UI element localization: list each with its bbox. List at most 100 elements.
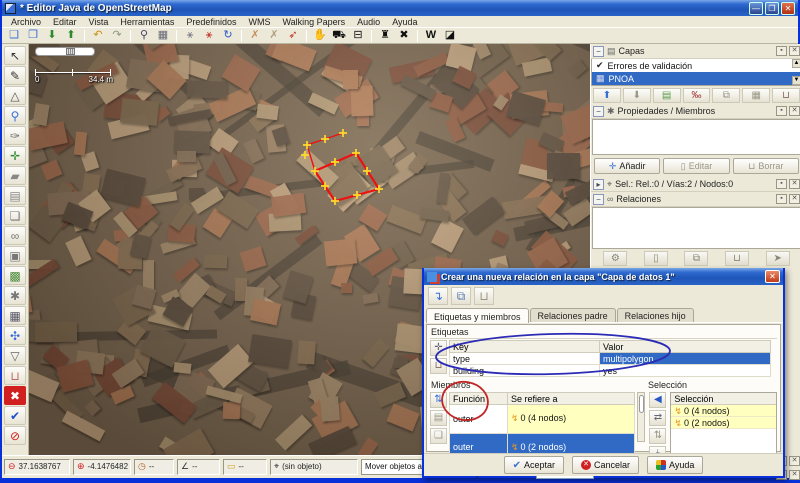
tag-row[interactable]: typemultipolygon [450,353,771,365]
menu-item-audio[interactable]: Audio [352,17,385,27]
way-node-marker[interactable] [301,151,309,159]
layer-down-icon[interactable]: ⬇ [623,88,651,103]
download-icon[interactable]: ⬇ [43,28,61,43]
layer-row-errores-de-validación[interactable]: ✔Errores de validación [592,59,800,72]
no-entry-icon[interactable]: ⊘ [4,426,26,445]
trash-icon[interactable]: ⊔ [4,366,26,385]
close-panel-icon[interactable]: ✕ [789,179,800,189]
tag-value-cell[interactable]: yes [600,365,771,377]
member-row[interactable]: outer↯0 (4 nodos) [450,405,635,434]
tab-etiquetas-y-miembros[interactable]: Etiquetas y miembros [426,308,529,323]
menu-item-vista[interactable]: Vista [84,17,114,27]
error-marker-icon[interactable]: ✖ [4,386,26,405]
menu-item-herramientas[interactable]: Herramientas [115,17,179,27]
selection-row[interactable]: ↯0 (4 nodos) [671,405,776,417]
add-selection-icon[interactable]: ◀ [649,392,666,408]
scroll-down-icon[interactable]: ▼ [792,76,800,85]
layers-icon[interactable]: ▤ [4,186,26,205]
scroll-up-icon[interactable]: ▲ [792,59,800,68]
relation-tool-icon[interactable]: ∞ [4,226,26,245]
menu-item-editar[interactable]: Editar [48,17,82,27]
collapse-icon[interactable]: − [593,46,604,57]
menu-item-ayuda[interactable]: Ayuda [387,17,422,27]
bank-icon[interactable]: ♜ [376,28,394,43]
duplicate-relation-icon[interactable]: ⧉ [684,251,708,266]
imagery-icon[interactable]: ▩ [4,266,26,285]
open-file-icon[interactable]: ❒ [24,28,42,43]
collapse-icon[interactable]: ▸ [593,179,604,190]
edit-relation-icon[interactable]: ▯ [644,251,668,266]
gps-draw-icon[interactable]: ⚹ [181,28,199,43]
close-panel-icon[interactable]: ✕ [789,194,800,204]
layer-list-scrollbar[interactable]: ▲▼ [792,59,800,85]
layer-up-icon[interactable]: ⬆ [593,88,621,103]
collapse-icon[interactable]: − [593,106,604,117]
tool-orange-icon[interactable]: ✗ [246,28,264,43]
members-scrollbar[interactable] [637,392,646,442]
remove-selected-icon[interactable]: ⇅ [649,428,666,444]
tool-red-icon[interactable]: ➶ [284,28,302,43]
edit-button[interactable]: ▯Editar [663,158,729,174]
bus-icon[interactable]: ⊟ [349,28,367,43]
dialog-close-button[interactable]: ✕ [765,270,780,283]
tag-key-cell[interactable]: building [450,365,600,377]
member-role-cell[interactable]: outer [450,405,508,434]
close-panel-icon[interactable]: ✕ [789,46,800,56]
sort-members-icon[interactable]: ⇅ [430,392,447,408]
close-panel-icon[interactable]: ✕ [789,456,800,466]
layer-activate-icon[interactable]: ▤ [653,88,681,103]
stick-pin-icon[interactable]: ▪ [776,106,787,116]
tool-tan-icon[interactable]: ✗ [265,28,283,43]
layer-delete-icon[interactable]: ⊔ [772,88,800,103]
settings-icon[interactable]: ✱ [4,286,26,305]
maximize-button[interactable]: ❐ [765,2,779,15]
delete-relation-icon[interactable]: ⊔ [725,251,749,266]
tag-row[interactable]: buildingyes [450,365,771,377]
remove-member-icon[interactable]: ❏ [430,428,447,444]
member-ref-cell[interactable]: ↯0 (4 nodos) [508,405,635,434]
way-node-marker[interactable] [303,141,311,149]
layer-box-icon[interactable]: ▰ [4,166,26,185]
move-member-icon[interactable]: ▤ [430,410,447,426]
properties-list[interactable] [592,119,800,155]
layer-row-pnoa[interactable]: ▦PNOA [592,72,800,85]
menu-item-archivo[interactable]: Archivo [6,17,46,27]
tag-icon[interactable]: ❏ [4,206,26,225]
menu-item-walking-papers[interactable]: Walking Papers [277,17,350,27]
nodes-icon[interactable]: ✣ [4,326,26,345]
hand-icon[interactable]: ✋ [311,28,329,43]
way-node-marker[interactable] [353,191,361,199]
stick-pin-icon[interactable]: ▪ [776,179,787,189]
sync-icon[interactable]: ↻ [219,28,237,43]
select-tool-icon[interactable]: ↖ [4,46,26,65]
menu-item-wms[interactable]: WMS [243,17,275,27]
paint-tool-icon[interactable]: ✑ [4,126,26,145]
redo-icon[interactable]: ↷ [108,28,126,43]
undo-icon[interactable]: ↶ [89,28,107,43]
add-button[interactable]: ✛Añadir [594,158,660,174]
way-node-marker[interactable] [321,135,329,143]
move-tool-icon[interactable]: ✛ [4,146,26,165]
close-panel-icon[interactable]: ✕ [789,106,800,116]
keyboard-icon[interactable]: ▦ [4,306,26,325]
add-after-icon[interactable]: ⇄ [649,410,666,426]
selected-way-polygon[interactable] [315,153,379,201]
close-panel-icon[interactable]: ✕ [789,470,800,480]
tag-key-cell[interactable]: type [450,353,600,365]
new-relation-icon[interactable]: ⚙ [603,251,627,266]
layer-duplicate-icon[interactable]: ▦ [742,88,770,103]
chart-icon[interactable]: ◪ [441,28,459,43]
measure-tool-icon[interactable]: △ [4,86,26,105]
layer-merge-icon[interactable]: ⧉ [712,88,740,103]
way-node-marker[interactable] [331,158,339,166]
tab-relaciones-padre[interactable]: Relaciones padre [530,308,616,322]
add-tag-icon[interactable]: ✛ [430,340,447,356]
filter-icon[interactable]: ▽ [4,346,26,365]
cross-icon[interactable]: ✖ [395,28,413,43]
waypoint-w-icon[interactable]: W [422,28,440,43]
help-button[interactable]: Ayuda [647,456,703,474]
zoom-slider[interactable] [35,47,95,56]
delete-tag-icon[interactable]: ⊔ [430,358,447,374]
cancel-button[interactable]: ✕Cancelar [572,456,639,474]
delete-relation-icon[interactable]: ⊔ [474,287,494,305]
